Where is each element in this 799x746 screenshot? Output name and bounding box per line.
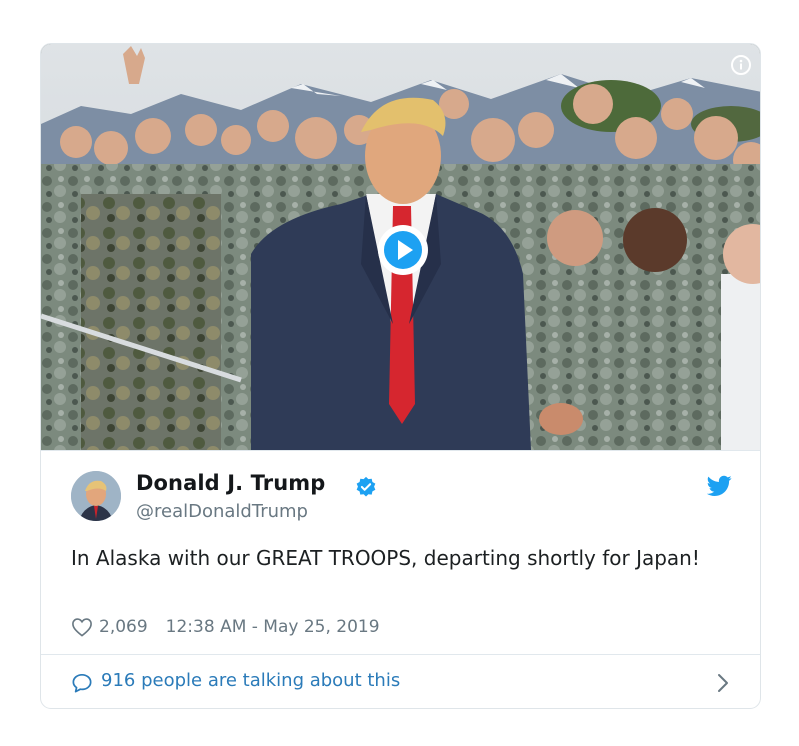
author-handle[interactable]: @realDonaldTrump (136, 501, 308, 522)
twitter-bird-icon[interactable] (707, 475, 732, 497)
video-thumbnail[interactable] (41, 44, 760, 450)
chevron-right-icon[interactable] (716, 672, 730, 694)
verified-badge-icon (356, 476, 376, 497)
play-icon[interactable] (375, 222, 431, 278)
tweet-text: In Alaska with our GREAT TROOPS, departi… (71, 546, 700, 570)
talking-count-link[interactable]: 916 people are talking about this (101, 670, 400, 691)
tweet-meta: 2,069 12:38 AM - May 25, 2019 (71, 614, 380, 640)
info-icon[interactable] (731, 55, 751, 75)
embedded-tweet-card: Donald J. Trump @realDonaldTrump In Alas… (40, 43, 761, 709)
avatar[interactable] (71, 471, 121, 521)
tweet-body: Donald J. Trump @realDonaldTrump In Alas… (41, 450, 760, 655)
author-name[interactable]: Donald J. Trump (136, 471, 325, 495)
speech-bubble-icon (72, 673, 92, 693)
like-count[interactable]: 2,069 (99, 617, 148, 637)
heart-icon[interactable] (71, 617, 93, 637)
conversation-link[interactable]: 916 people are talking about this (41, 654, 760, 708)
timestamp[interactable]: 12:38 AM - May 25, 2019 (166, 617, 380, 637)
